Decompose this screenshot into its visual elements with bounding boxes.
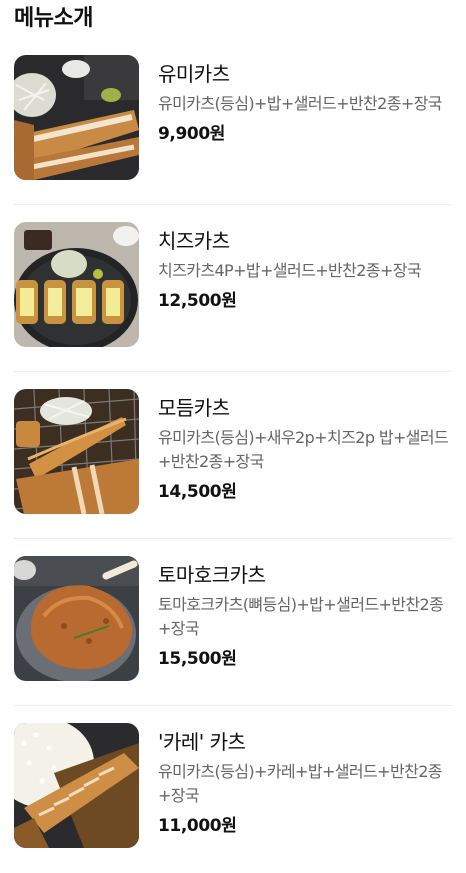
cheese-katsu-photo bbox=[14, 222, 139, 347]
menu-item-photo[interactable] bbox=[14, 556, 139, 681]
menu-item-photo[interactable] bbox=[14, 723, 139, 848]
menu-item[interactable]: '카레' 카츠 유미카츠(등심)+카레+밥+샐러드+반찬2종+장국 11,000… bbox=[0, 706, 466, 873]
tomahawk-katsu-photo bbox=[14, 556, 139, 681]
menu-item-photo[interactable] bbox=[14, 222, 139, 347]
menu-item-description: 유미카츠(등심)+카레+밥+샐러드+반찬2종+장국 bbox=[158, 762, 442, 805]
menu-item[interactable]: 유미카츠 유미카츠(등심)+밥+샐러드+반찬2종+장국 9,900원 bbox=[0, 38, 466, 205]
menu-item-name[interactable]: 토마호크카츠 bbox=[158, 561, 458, 589]
menu-item-info: 모듬카츠 유미카츠(등심)+새우2p+치즈2p 밥+샐러드+반찬2종+장국 14… bbox=[158, 394, 458, 504]
yumi-katsu-photo bbox=[14, 55, 139, 180]
curry-katsu-photo bbox=[14, 723, 139, 848]
menu-list: 유미카츠 유미카츠(등심)+밥+샐러드+반찬2종+장국 9,900원 치즈카츠 … bbox=[0, 38, 466, 873]
menu-item-name[interactable]: 유미카츠 bbox=[158, 60, 458, 88]
menu-item-photo[interactable] bbox=[14, 389, 139, 514]
menu-item-description: 유미카츠(등심)+새우2p+치즈2p 밥+샐러드+반찬2종+장국 bbox=[158, 428, 449, 471]
menu-item-name[interactable]: 치즈카츠 bbox=[158, 227, 458, 255]
menu-item-name[interactable]: 모듬카츠 bbox=[158, 394, 458, 422]
menu-item-price: 11,000원 bbox=[158, 816, 237, 836]
assorted-katsu-photo bbox=[14, 389, 139, 514]
menu-item-info: 토마호크카츠 토마호크카츠(뼈등심)+밥+샐러드+반찬2종+장국 15,500원 bbox=[158, 561, 458, 671]
menu-item[interactable]: 토마호크카츠 토마호크카츠(뼈등심)+밥+샐러드+반찬2종+장국 15,500원 bbox=[0, 539, 466, 706]
menu-item-photo[interactable] bbox=[14, 55, 139, 180]
menu-item-price: 12,500원 bbox=[158, 291, 237, 311]
menu-item-price: 9,900원 bbox=[158, 124, 226, 144]
menu-item-description: 유미카츠(등심)+밥+샐러드+반찬2종+장국 bbox=[158, 94, 442, 113]
menu-item-info: '카레' 카츠 유미카츠(등심)+카레+밥+샐러드+반찬2종+장국 11,000… bbox=[158, 728, 458, 838]
menu-item-info: 치즈카츠 치즈카츠4P+밥+샐러드+반찬2종+장국 12,500원 bbox=[158, 227, 458, 313]
menu-item[interactable]: 모듬카츠 유미카츠(등심)+새우2p+치즈2p 밥+샐러드+반찬2종+장국 14… bbox=[0, 372, 466, 539]
section-title: 메뉴소개 bbox=[14, 6, 93, 31]
menu-item-description: 토마호크카츠(뼈등심)+밥+샐러드+반찬2종+장국 bbox=[158, 595, 444, 638]
menu-item[interactable]: 치즈카츠 치즈카츠4P+밥+샐러드+반찬2종+장국 12,500원 bbox=[0, 205, 466, 372]
menu-item-info: 유미카츠 유미카츠(등심)+밥+샐러드+반찬2종+장국 9,900원 bbox=[158, 60, 458, 146]
menu-item-description: 치즈카츠4P+밥+샐러드+반찬2종+장국 bbox=[158, 261, 422, 280]
menu-item-price: 14,500원 bbox=[158, 482, 237, 502]
menu-item-name[interactable]: '카레' 카츠 bbox=[158, 728, 458, 756]
menu-item-price: 15,500원 bbox=[158, 649, 237, 669]
